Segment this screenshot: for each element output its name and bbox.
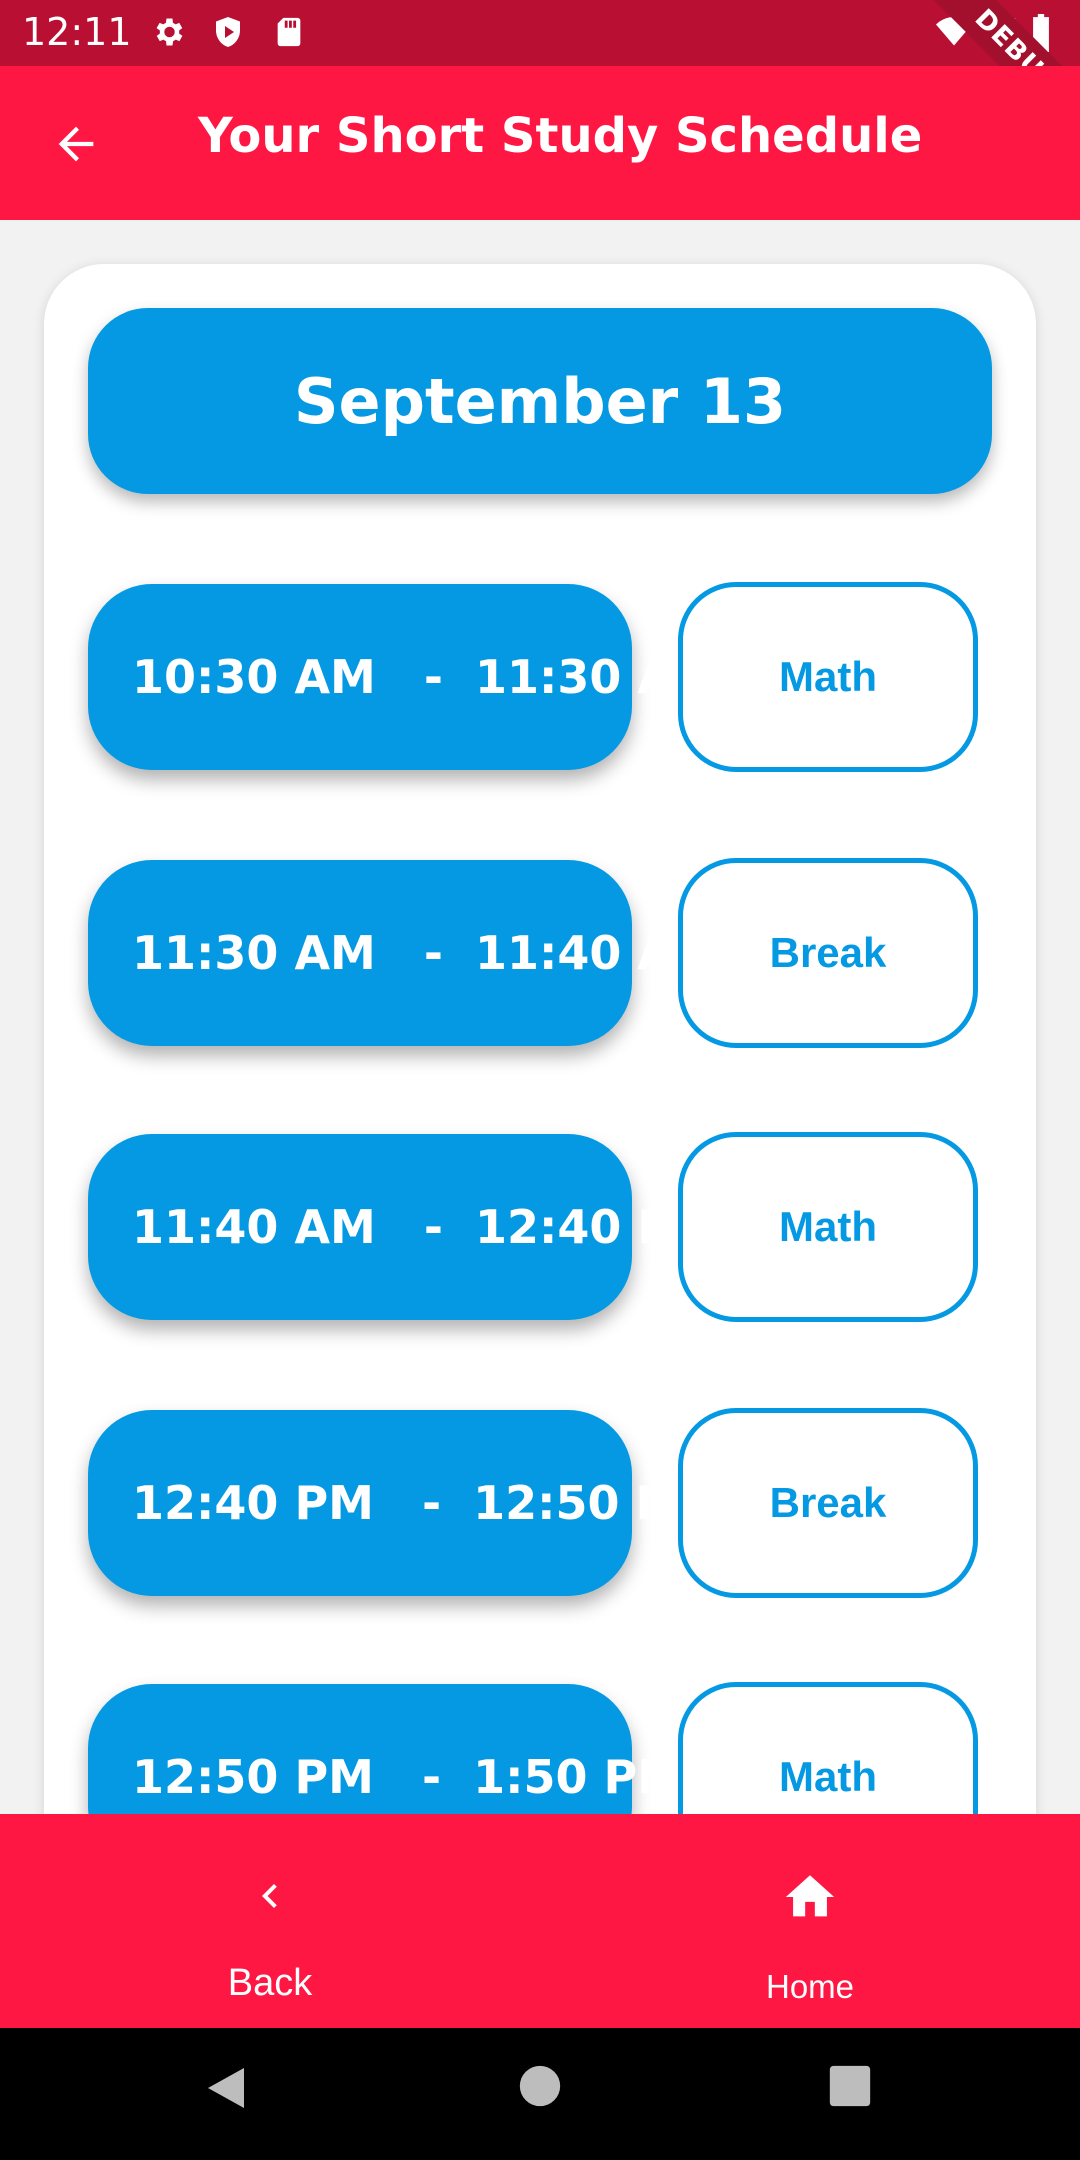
subject-button[interactable]: Math xyxy=(678,582,978,772)
subject-button[interactable]: Break xyxy=(678,858,978,1048)
schedule-row: 12:50 PM - 1:50 PM Math xyxy=(88,1682,992,1814)
subject-button[interactable]: Math xyxy=(678,1132,978,1322)
nav-home-label: Home xyxy=(765,1968,855,2005)
date-label: September 13 xyxy=(293,364,787,438)
schedule-row: 11:30 AM - 11:40 AM Break xyxy=(88,858,992,1050)
shield-icon xyxy=(210,14,246,54)
subject-label: Break xyxy=(769,1479,887,1526)
system-back-icon[interactable] xyxy=(204,2064,248,2116)
system-nav-bar xyxy=(0,2028,1080,2160)
date-header: September 13 xyxy=(88,308,992,494)
time-slot[interactable]: 11:40 AM - 12:40 PM xyxy=(88,1134,717,1320)
subject-label: Break xyxy=(769,929,887,976)
time-slot[interactable]: 10:30 AM - 11:30 AM xyxy=(88,584,719,770)
schedule-row: 11:40 AM - 12:40 PM Math xyxy=(88,1132,992,1324)
time-slot[interactable]: 12:50 PM - 1:50 PM xyxy=(88,1684,683,1814)
status-time: 12:11 xyxy=(22,10,132,54)
gear-icon xyxy=(150,14,186,54)
bottom-nav: Back Home xyxy=(0,1814,1080,2028)
subject-button[interactable]: Math xyxy=(678,1682,978,1814)
app-bar: Your Short Study Schedule xyxy=(0,66,1080,220)
schedule-row: 10:30 AM - 11:30 AM Math xyxy=(88,582,992,774)
nav-back-label: Back xyxy=(227,1962,313,2004)
chevron-left-icon xyxy=(246,1872,294,1924)
nav-back-button[interactable]: Back xyxy=(0,1814,540,2028)
schedule-scroll-area[interactable]: September 13 10:30 AM - 11:30 AM Math 11… xyxy=(0,220,1080,1814)
arrow-left-icon[interactable] xyxy=(50,118,102,174)
status-bar: 12:11 DEBUG xyxy=(0,0,1080,156)
system-home-icon[interactable] xyxy=(518,2064,562,2112)
time-slot[interactable]: 12:40 PM - 12:50 PM xyxy=(88,1410,715,1596)
home-icon xyxy=(781,1868,839,1930)
system-recents-icon[interactable] xyxy=(828,2064,872,2112)
subject-label: Math xyxy=(779,653,877,700)
subject-label: Math xyxy=(779,1203,877,1250)
time-slot[interactable]: 11:30 AM - 11:40 AM xyxy=(88,860,719,1046)
subject-button[interactable]: Break xyxy=(678,1408,978,1598)
schedule-row: 12:40 PM - 12:50 PM Break xyxy=(88,1408,992,1600)
nav-home-button[interactable]: Home xyxy=(540,1814,1080,2028)
page-title: Your Short Study Schedule xyxy=(198,108,923,164)
sd-card-icon xyxy=(272,14,306,54)
subject-label: Math xyxy=(779,1753,877,1800)
